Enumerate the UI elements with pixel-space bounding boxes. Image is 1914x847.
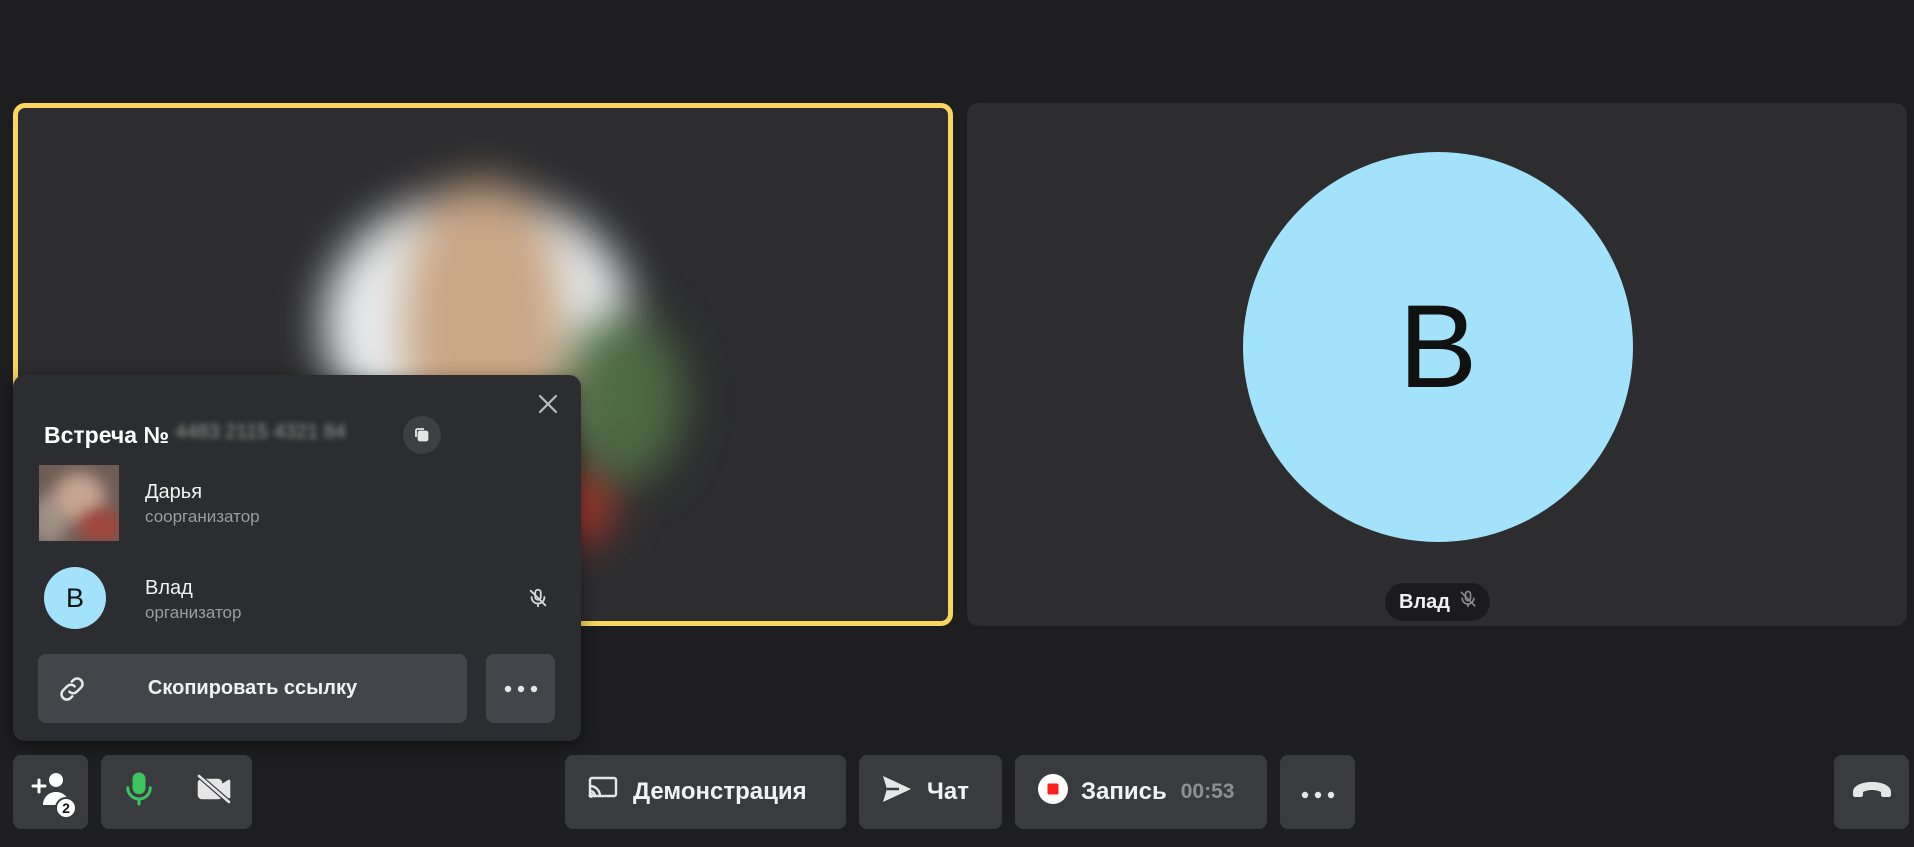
participant-role: соорганизатор <box>145 507 260 526</box>
mic-off-icon[interactable] <box>523 583 553 613</box>
more-icon <box>504 680 538 698</box>
meeting-info-panel: Встреча № 4483 2115 4321 84 Дарья соорга… <box>13 375 581 741</box>
avatar-large: В <box>1243 152 1633 542</box>
participant-name: Дарья <box>145 481 203 503</box>
screen-share-label: Демонстрация <box>633 778 807 805</box>
meeting-title-label: Встреча № <box>44 421 170 448</box>
copy-link-button[interactable]: Скопировать ссылку <box>38 654 467 723</box>
record-label: Запись <box>1081 778 1167 805</box>
camera-toggle-button[interactable] <box>176 755 251 829</box>
more-icon <box>1301 778 1335 806</box>
screen-share-icon <box>587 775 619 810</box>
meeting-id: 4483 2115 4321 84 <box>175 421 347 443</box>
camera-off-icon <box>196 773 232 811</box>
mic-off-icon <box>1458 589 1478 615</box>
participant-row-darya[interactable]: Дарья соорганизатор <box>39 465 559 543</box>
hangup-icon <box>1851 778 1893 807</box>
participant-role: организатор <box>145 603 242 622</box>
screen-share-button[interactable]: Демонстрация <box>565 755 846 829</box>
mic-icon <box>124 771 154 814</box>
meeting-title: Встреча № 4483 2115 4321 84 <box>44 415 442 455</box>
participant-name: Влад <box>145 577 193 599</box>
mic-toggle-button[interactable] <box>101 755 176 829</box>
close-icon[interactable] <box>533 389 563 419</box>
panel-more-button[interactable] <box>486 654 555 723</box>
participants-count-badge: 2 <box>55 797 77 819</box>
record-timer: 00:53 <box>1180 780 1235 803</box>
participant-row-vlad[interactable]: В Влад организатор <box>39 561 559 639</box>
meeting-screen: В Влад Встреча № 4483 2115 4321 84 Дарья… <box>0 0 1914 847</box>
record-icon <box>1037 773 1069 812</box>
chat-button[interactable]: Чат <box>859 755 1002 829</box>
link-icon <box>56 673 88 711</box>
video-tile-vlad[interactable]: В Влад <box>967 103 1907 626</box>
chat-label: Чат <box>927 778 969 805</box>
copy-link-label: Скопировать ссылку <box>147 677 358 699</box>
media-controls <box>101 755 252 829</box>
hangup-button[interactable] <box>1834 755 1909 829</box>
avatar <box>39 465 119 541</box>
more-button[interactable] <box>1280 755 1355 829</box>
send-icon <box>881 774 913 811</box>
add-participant-button[interactable]: 2 <box>13 755 88 829</box>
record-button[interactable]: Запись 00:53 <box>1015 755 1267 829</box>
participant-name: Влад <box>1399 590 1450 613</box>
participant-name-pill: Влад <box>1385 583 1490 621</box>
avatar: В <box>44 567 106 629</box>
copy-icon[interactable] <box>403 416 442 454</box>
